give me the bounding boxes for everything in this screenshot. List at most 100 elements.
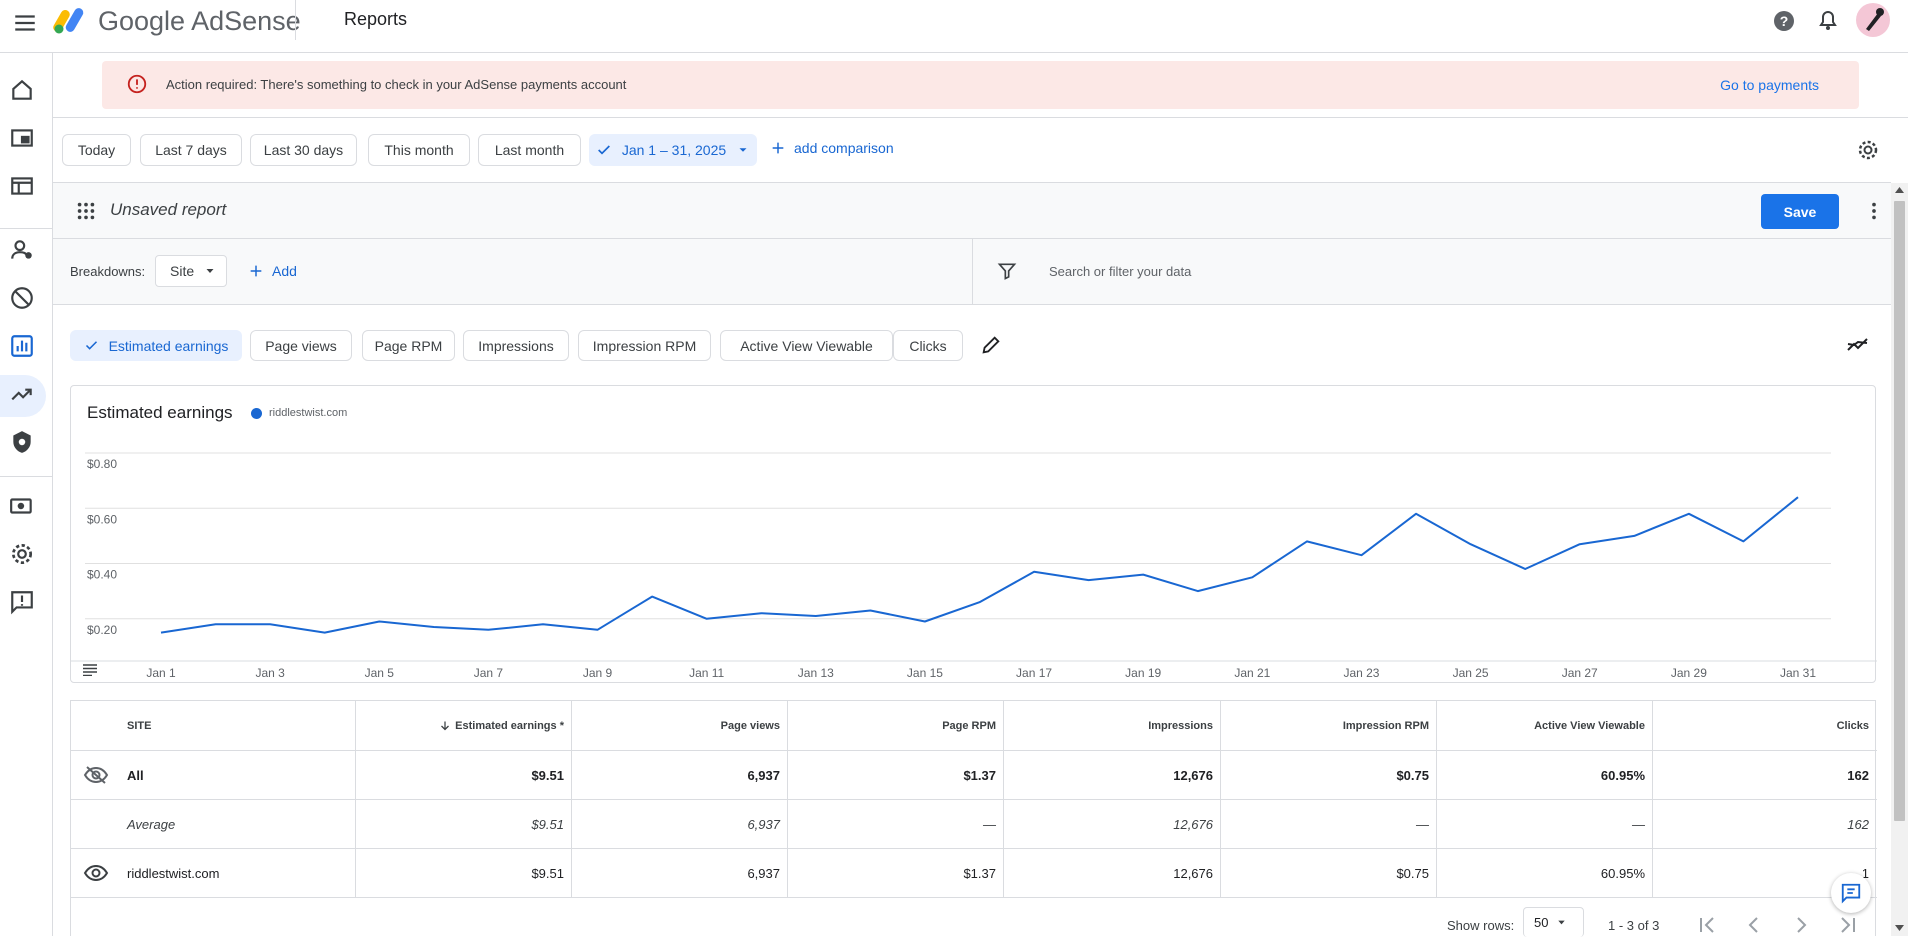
metric-chip-impressions[interactable]: Impressions [463, 330, 569, 361]
metric-chip-page-rpm[interactable]: Page RPM [362, 330, 455, 361]
date-chip-last-30-days[interactable]: Last 30 days [250, 134, 357, 166]
rows-per-page-value: 50 [1534, 915, 1549, 930]
column-header-page-rpm[interactable]: Page RPM [787, 701, 1003, 750]
policy-center-icon[interactable] [9, 429, 35, 455]
go-to-payments-link[interactable]: Go to payments [1720, 77, 1819, 93]
x-tick-label: Jan 15 [907, 666, 943, 680]
svg-text:?: ? [1780, 13, 1789, 29]
breakdown-site-select[interactable]: Site [155, 255, 227, 287]
feedback-chat-button[interactable] [1831, 873, 1871, 913]
date-chip-today[interactable]: Today [62, 134, 131, 166]
more-vert-icon[interactable] [1863, 199, 1885, 223]
pagination-range: 1 - 3 of 3 [1608, 918, 1660, 933]
top-app-bar: Google AdSense Reports ? [0, 0, 1908, 53]
help-icon[interactable]: ? [1772, 9, 1796, 33]
filter-icon[interactable] [997, 261, 1017, 281]
x-tick-label: Jan 7 [474, 666, 504, 680]
column-header-impressions[interactable]: Impressions [1003, 701, 1220, 750]
data-point [268, 622, 272, 626]
cell-impressions: 12,676 [1003, 800, 1220, 848]
settings-icon[interactable] [9, 541, 35, 567]
x-tick-label: Jan 3 [255, 666, 285, 680]
brand-google: Google [98, 6, 186, 36]
last-page-icon[interactable] [1836, 915, 1858, 935]
metric-chip-active-view-viewable[interactable]: Active View Viewable [720, 330, 893, 361]
legend-color-dot [251, 408, 262, 419]
report-settings-gear-icon[interactable] [1856, 138, 1880, 162]
show-rows-label: Show rows: [1447, 918, 1515, 933]
scroll-down-arrow-icon[interactable] [1895, 925, 1904, 931]
data-point [1578, 542, 1582, 546]
x-tick-label: Jan 19 [1125, 666, 1161, 680]
edit-metrics-pencil-icon[interactable] [980, 334, 1002, 356]
first-page-icon[interactable] [1697, 915, 1719, 935]
data-point [705, 617, 709, 621]
data-point [814, 614, 818, 618]
column-header-impression-rpm[interactable]: Impression RPM [1220, 701, 1436, 750]
data-point [650, 595, 654, 599]
metric-chip-impression-rpm[interactable]: Impression RPM [578, 330, 711, 361]
date-chip-this-month[interactable]: This month [368, 134, 470, 166]
add-comparison-button[interactable]: add comparison [770, 140, 894, 156]
date-chip-last-7-days[interactable]: Last 7 days [140, 134, 242, 166]
column-header-clicks[interactable]: Clicks [1652, 701, 1876, 750]
user-avatar[interactable] [1856, 3, 1890, 37]
column-header-page-views[interactable]: Page views [571, 701, 787, 750]
nav-separator [0, 476, 53, 477]
column-header-site[interactable]: SITE [71, 701, 355, 750]
data-point [1087, 578, 1091, 582]
ads-icon[interactable] [9, 125, 35, 151]
optimization-trending-icon[interactable] [9, 381, 35, 407]
chart-trend-toggle-icon[interactable] [1846, 334, 1870, 356]
cell-clicks: 162 [1652, 800, 1876, 848]
column-header-label: Estimated earnings * [455, 719, 564, 732]
data-point [923, 620, 927, 624]
metric-chip-estimated-earnings[interactable]: Estimated earnings [70, 330, 242, 361]
blocking-controls-icon[interactable] [9, 285, 35, 311]
y-tick-label: $0.60 [87, 512, 117, 526]
metric-chip-page-views[interactable]: Page views [250, 330, 352, 361]
report-title[interactable]: Unsaved report [110, 200, 226, 220]
sort-down-arrow-icon [441, 721, 450, 730]
cell-estimated-earnings: $9.51 [355, 849, 571, 897]
chart-table-view-icon[interactable] [83, 664, 97, 676]
search-filter-input[interactable] [1047, 253, 1747, 289]
report-table: SITE Estimated earnings * Page views Pag… [70, 700, 1877, 936]
scrollbar-thumb[interactable] [1894, 201, 1905, 821]
feedback-icon[interactable] [9, 589, 35, 615]
divider [972, 239, 973, 305]
notifications-bell-icon[interactable] [1816, 9, 1840, 33]
page-scrollbar[interactable] [1891, 183, 1908, 936]
data-point [1196, 589, 1200, 593]
adsense-logo-icon [53, 8, 84, 34]
table-row-all: All $9.51 6,937 $1.37 12,676 $0.75 60.95… [71, 751, 1877, 800]
hamburger-menu-icon[interactable] [12, 10, 38, 36]
column-header-active-view-viewable[interactable]: Active View Viewable [1436, 701, 1652, 750]
column-header-estimated-earnings[interactable]: Estimated earnings * [355, 701, 571, 750]
privacy-messaging-icon[interactable] [9, 237, 35, 263]
dropdown-arrow-icon [1558, 920, 1566, 925]
data-point [323, 631, 327, 635]
metric-chip-clicks[interactable]: Clicks [893, 330, 963, 361]
apps-grid-icon[interactable] [75, 200, 97, 222]
x-tick-label: Jan 13 [798, 666, 834, 680]
x-tick-label: Jan 25 [1453, 666, 1489, 680]
home-icon[interactable] [9, 77, 35, 103]
alert-message: Action required: There's something to ch… [166, 77, 627, 92]
previous-page-icon[interactable] [1743, 915, 1765, 935]
add-breakdown-button[interactable]: Add [248, 263, 297, 279]
next-page-icon[interactable] [1790, 915, 1812, 935]
data-point [486, 628, 490, 632]
reports-icon[interactable] [9, 333, 35, 359]
scroll-up-arrow-icon[interactable] [1895, 187, 1904, 193]
data-point [1469, 542, 1473, 546]
date-range-picker[interactable]: Jan 1 – 31, 2025 [589, 134, 757, 166]
payments-icon[interactable] [9, 493, 35, 519]
rows-per-page-select[interactable]: 50 [1523, 907, 1584, 937]
sites-icon[interactable] [9, 173, 35, 199]
save-button[interactable]: Save [1761, 194, 1839, 229]
cell-page-views: 6,937 [571, 849, 787, 897]
data-point [377, 620, 381, 624]
date-chip-last-month[interactable]: Last month [478, 134, 581, 166]
data-point [596, 628, 600, 632]
